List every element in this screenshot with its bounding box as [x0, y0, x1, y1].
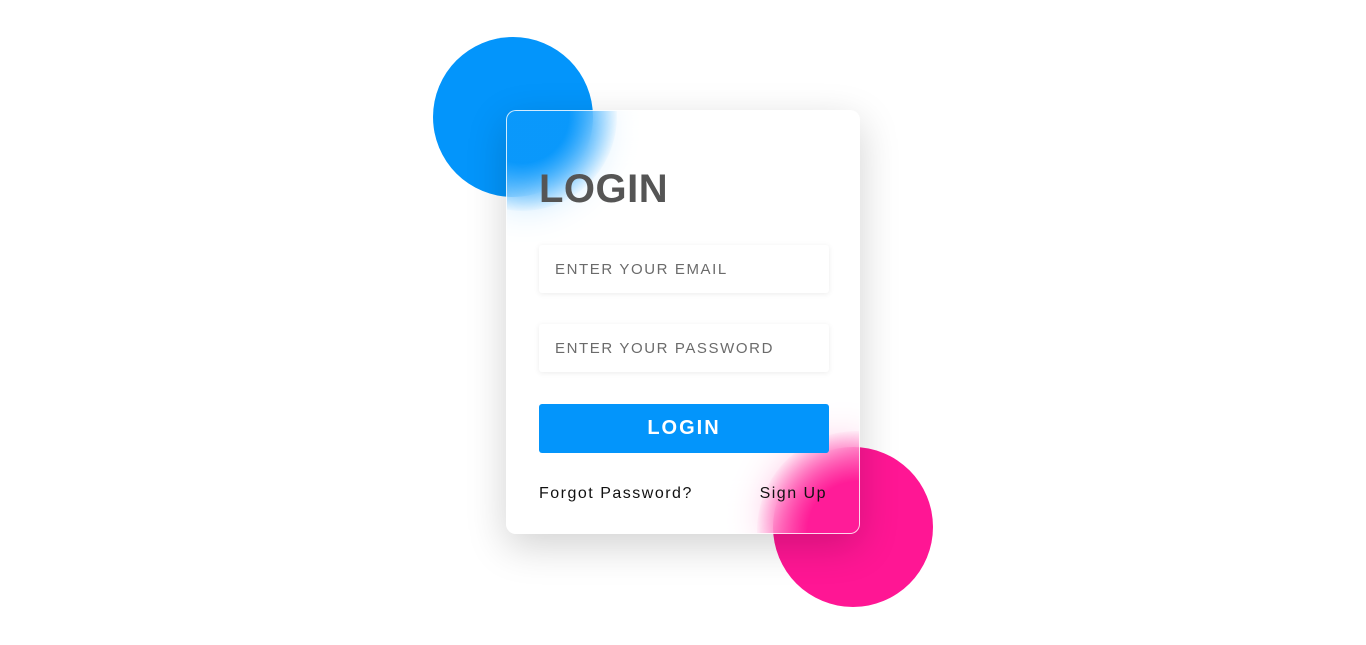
password-field[interactable] — [539, 324, 829, 372]
login-page: LOGIN LOGIN Forgot Password? Sign Up — [0, 0, 1366, 645]
forgot-password-link[interactable]: Forgot Password? — [539, 485, 693, 503]
login-card: LOGIN LOGIN Forgot Password? Sign Up — [506, 110, 860, 534]
email-field[interactable] — [539, 245, 829, 293]
sign-up-link[interactable]: Sign Up — [760, 485, 827, 503]
login-title: LOGIN — [539, 167, 669, 211]
login-button[interactable]: LOGIN — [539, 404, 829, 453]
